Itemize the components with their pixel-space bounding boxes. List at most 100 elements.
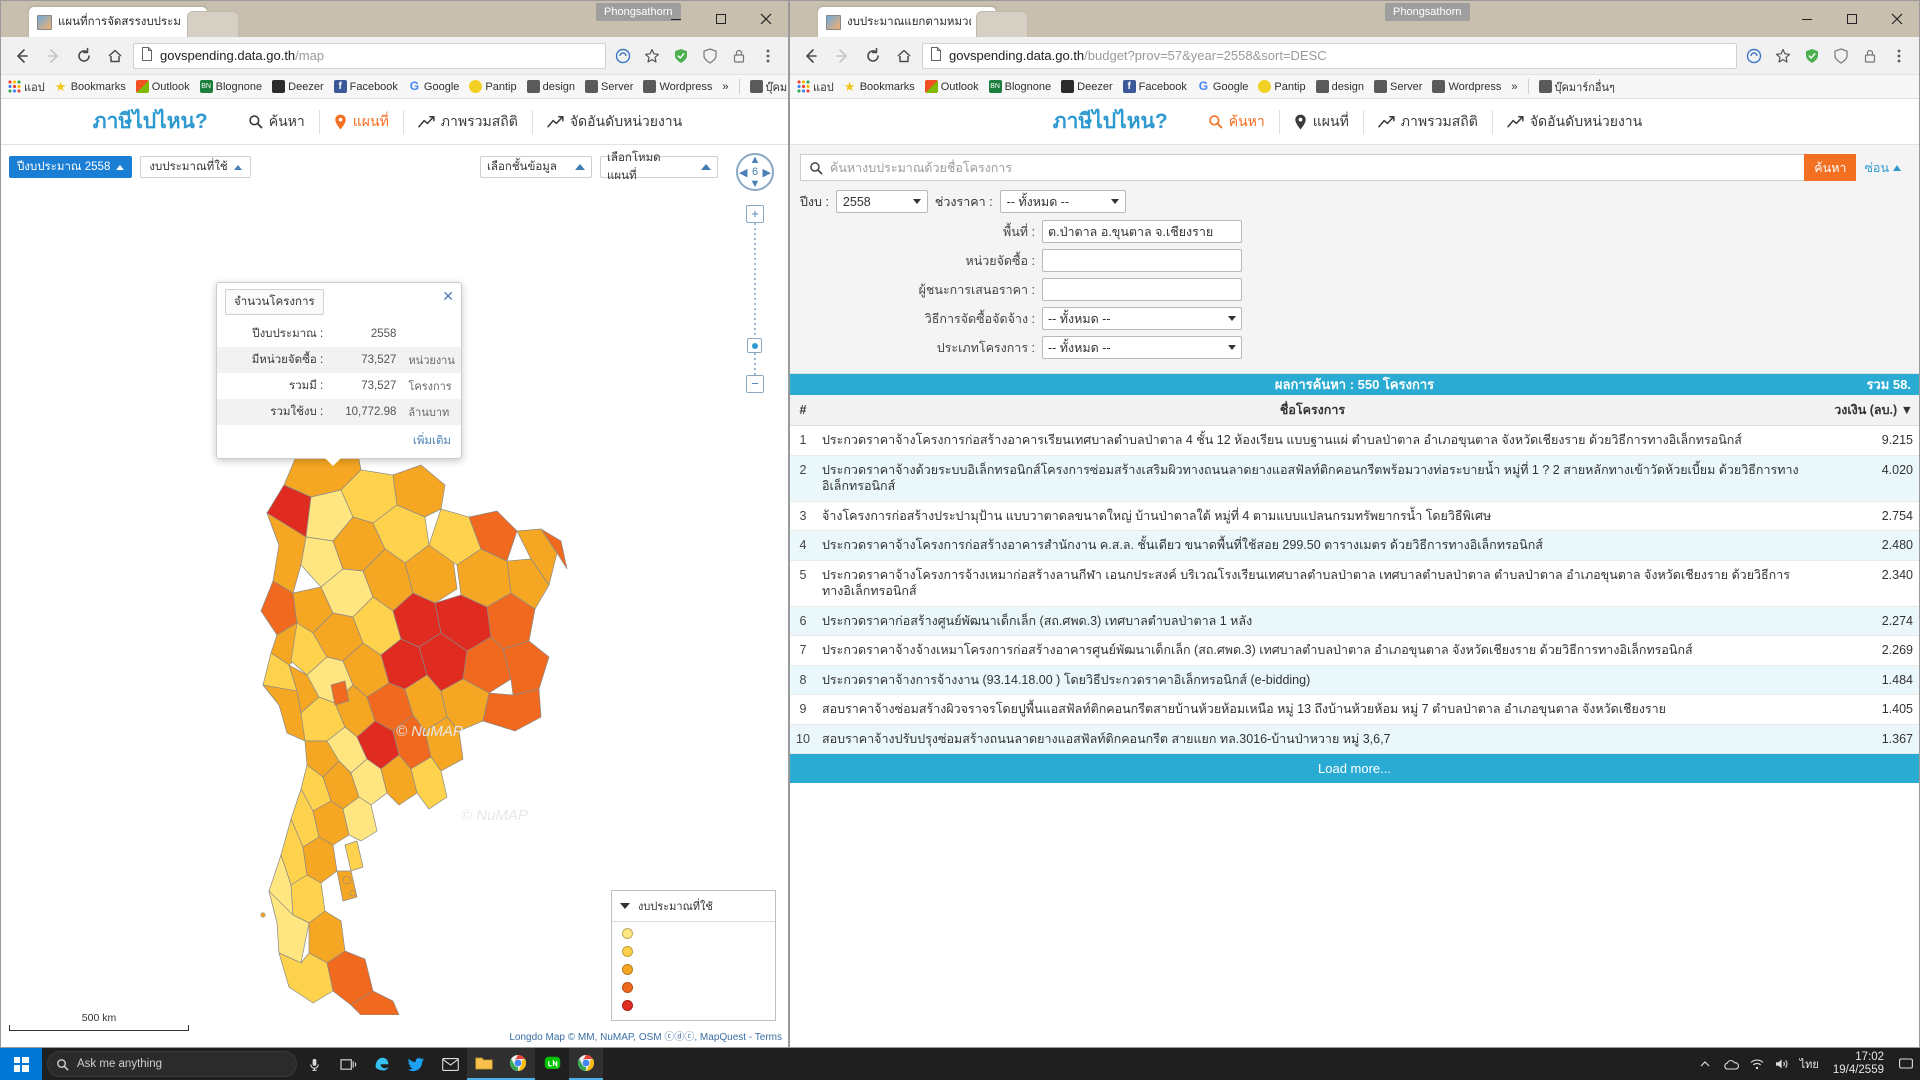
bookmark-design[interactable]: design	[1315, 80, 1364, 93]
procurement-method-select[interactable]: -- ทั้งหมด --	[1042, 307, 1242, 330]
bookmark-bookmarks[interactable]: ★ Bookmarks	[844, 80, 915, 93]
shield-icon[interactable]	[1800, 44, 1824, 68]
row-project-name[interactable]: จ้างโครงการก่อสร้างประปามุป้าน แบบวาตาดล…	[816, 501, 1809, 531]
task-view-icon[interactable]	[331, 1048, 365, 1080]
year-select[interactable]: 2558	[835, 190, 928, 213]
shield-icon[interactable]	[669, 44, 693, 68]
nav-item-ranking[interactable]: จัดอันดับหน่วยงาน	[1491, 109, 1656, 134]
table-row[interactable]: 9 สอบราคาจ้างซ่อมสร้างผิวจราจรโดยปูพื้นแ…	[790, 694, 1919, 725]
bookmark-bookmarks[interactable]: ★ Bookmarks	[55, 80, 126, 93]
map-attribution[interactable]: Longdo Map © MM, NuMAP, OSM ⓒⓓⓒ, MapQues…	[509, 1028, 782, 1043]
table-row[interactable]: 3 จ้างโครงการก่อสร้างประปามุป้าน แบบวาตา…	[790, 501, 1919, 531]
start-button[interactable]	[0, 1048, 42, 1080]
minimize-button[interactable]	[653, 1, 698, 37]
bookmark-pantip[interactable]: Pantip	[469, 80, 517, 93]
bookmark-google[interactable]: G Google	[408, 80, 460, 93]
row-project-name[interactable]: ประกวดราคาจ้างการจ้างงาน (93.14.18.00 ) …	[816, 665, 1809, 695]
network-icon[interactable]	[1748, 1048, 1766, 1080]
twitter-icon[interactable]	[399, 1048, 433, 1080]
bookmark-apps[interactable]: แอป	[8, 78, 45, 96]
table-row[interactable]: 4 ประกวดราคาจ้างโครงการก่อสร้างอาคารสำนั…	[790, 530, 1919, 561]
project-type-select[interactable]: -- ทั้งหมด --	[1042, 336, 1242, 359]
language-indicator[interactable]: ไทย	[1800, 1055, 1819, 1073]
chrome-icon[interactable]	[501, 1048, 535, 1080]
extension-shield-icon[interactable]	[698, 44, 722, 68]
popup-more-link[interactable]: เพิ่มเติม	[217, 425, 461, 458]
winner-input[interactable]	[1042, 278, 1242, 301]
table-row[interactable]: 6 ประกวดราคาก่อสร้างศูนย์พัฒนาเด็กเล็ก (…	[790, 606, 1919, 636]
fiscal-year-filter[interactable]: ปีงบประมาณ 2558	[9, 156, 133, 178]
lock-icon[interactable]	[727, 44, 751, 68]
bookmark-other-folder[interactable]: บุ๊คมาร์กอื่นๆ	[1538, 78, 1615, 96]
close-button[interactable]	[743, 1, 788, 37]
bookmark-wordpress[interactable]: Wordpress	[643, 80, 712, 93]
popup-tab-project-count[interactable]: จำนวนโครงการ	[225, 289, 324, 315]
taskbar-clock[interactable]: 17:02 19/4/2559	[1827, 1051, 1890, 1077]
new-tab-button[interactable]	[187, 11, 239, 37]
bookmark-pantip[interactable]: Pantip	[1258, 80, 1306, 93]
row-project-name[interactable]: ประกวดราคาจ้างจ้างเหมาโครงการก่อสร้างอาค…	[816, 635, 1809, 666]
title-bar-right[interactable]: งบประมาณแยกตามหมวดหมู่ ✕ Phongsathorn	[790, 1, 1919, 37]
chrome2-icon[interactable]	[569, 1048, 603, 1080]
bookmark-blognone[interactable]: BN Blognone	[988, 80, 1051, 93]
file-explorer-icon[interactable]	[467, 1048, 501, 1080]
close-button[interactable]	[1874, 1, 1919, 37]
pan-down-icon[interactable]: ▼	[750, 178, 761, 190]
maximize-button[interactable]	[698, 1, 743, 37]
mail-icon[interactable]	[433, 1048, 467, 1080]
bookmark-facebook[interactable]: f Facebook	[1122, 80, 1187, 93]
row-project-name[interactable]: ประกวดราคาจ้างด้วยระบบอิเล็กทรอนิกส์โครง…	[816, 455, 1809, 502]
search-button[interactable]: ค้นหา	[1804, 154, 1857, 181]
sync-icon[interactable]	[611, 44, 635, 68]
forward-button[interactable]	[40, 43, 66, 69]
line-icon[interactable]	[535, 1048, 569, 1080]
site-brand[interactable]: ภาษีไปไหน?	[1053, 105, 1168, 138]
bookmark-design[interactable]: design	[526, 80, 575, 93]
nav-item-overview[interactable]: ภาพรวมสถิติ	[1362, 109, 1492, 134]
zoom-in-button[interactable]: +	[746, 205, 764, 223]
layer-select[interactable]: เลือกชั้นข้อมูล	[480, 156, 592, 178]
pan-up-icon[interactable]: ▲	[750, 154, 761, 166]
sync-icon[interactable]	[1742, 44, 1766, 68]
bookmark-facebook[interactable]: f Facebook	[333, 80, 398, 93]
bookmark-other-folder[interactable]: บุ๊คมาร์กอื่นๆ	[749, 78, 788, 96]
user-profile-pill[interactable]: Phongsathorn	[1385, 3, 1470, 21]
bookmark-server[interactable]: Server	[585, 80, 633, 93]
bookmarks-overflow-button[interactable]: »	[1511, 81, 1517, 93]
column-header-amount[interactable]: วงเงิน (ลบ.) ▼	[1809, 395, 1919, 426]
table-row[interactable]: 2 ประกวดราคาจ้างด้วยระบบอิเล็กทรอนิกส์โค…	[790, 455, 1919, 502]
onedrive-icon[interactable]	[1722, 1048, 1740, 1080]
pan-left-icon[interactable]: ◀	[739, 166, 747, 179]
home-button[interactable]	[891, 43, 917, 69]
hide-filters-button[interactable]: ซ่อน	[1856, 154, 1909, 181]
bookmark-deezer[interactable]: Deezer	[272, 80, 324, 93]
map-canvas[interactable]: ปีงบประมาณ 2558 งบประมาณที่ใช้ เลือกชั้น…	[1, 145, 788, 1047]
purchasing-unit-input[interactable]	[1042, 249, 1242, 272]
bookmark-star-icon[interactable]	[640, 44, 664, 68]
new-tab-button[interactable]	[976, 11, 1028, 37]
row-project-name[interactable]: ประกวดราคาจ้างโครงการก่อสร้างอาคารเรียนเ…	[816, 425, 1809, 456]
nav-item-overview[interactable]: ภาพรวมสถิติ	[402, 109, 532, 134]
site-brand[interactable]: ภาษีไปไหน?	[93, 105, 208, 138]
tray-expand-icon[interactable]	[1696, 1048, 1714, 1080]
extension-shield-icon[interactable]	[1829, 44, 1853, 68]
table-row[interactable]: 8 ประกวดราคาจ้างการจ้างงาน (93.14.18.00 …	[790, 665, 1919, 695]
menu-icon[interactable]	[1887, 44, 1911, 68]
row-project-name[interactable]: สอบราคาจ้างปรับปรุงซ่อมสร้างถนนลาดยางแอส…	[816, 724, 1809, 754]
volume-icon[interactable]	[1774, 1048, 1792, 1080]
lock-icon[interactable]	[1858, 44, 1882, 68]
cortana-mic-icon[interactable]	[297, 1048, 331, 1080]
table-row[interactable]: 1 ประกวดราคาจ้างโครงการก่อสร้างอาคารเรีย…	[790, 425, 1919, 456]
address-bar[interactable]: govspending.data.go.th/budget?prov=57&ye…	[922, 42, 1737, 69]
table-row[interactable]: 5 ประกวดราคาจ้างโครงการจ้างเหมาก่อสร้างล…	[790, 560, 1919, 607]
action-center-icon[interactable]	[1898, 1048, 1914, 1080]
zoom-slider-track[interactable]	[747, 223, 762, 375]
row-project-name[interactable]: ประกวดราคาจ้างโครงการก่อสร้างอาคารสำนักง…	[816, 530, 1809, 561]
back-button[interactable]	[9, 43, 35, 69]
legend-header[interactable]: งบประมาณที่ใช้	[612, 891, 775, 922]
row-project-name[interactable]: ประกวดราคาจ้างโครงการจ้างเหมาก่อสร้างลาน…	[816, 560, 1809, 607]
title-bar-left[interactable]: แผนที่การจัดสรรงบประมาณ ✕ Phongsathorn	[1, 1, 788, 37]
table-row[interactable]: 7 ประกวดราคาจ้างจ้างเหมาโครงการก่อสร้างอ…	[790, 635, 1919, 666]
map-mode-select[interactable]: เลือกโหมดแผนที่	[600, 152, 718, 182]
bookmark-outlook[interactable]: Outlook	[135, 80, 190, 93]
